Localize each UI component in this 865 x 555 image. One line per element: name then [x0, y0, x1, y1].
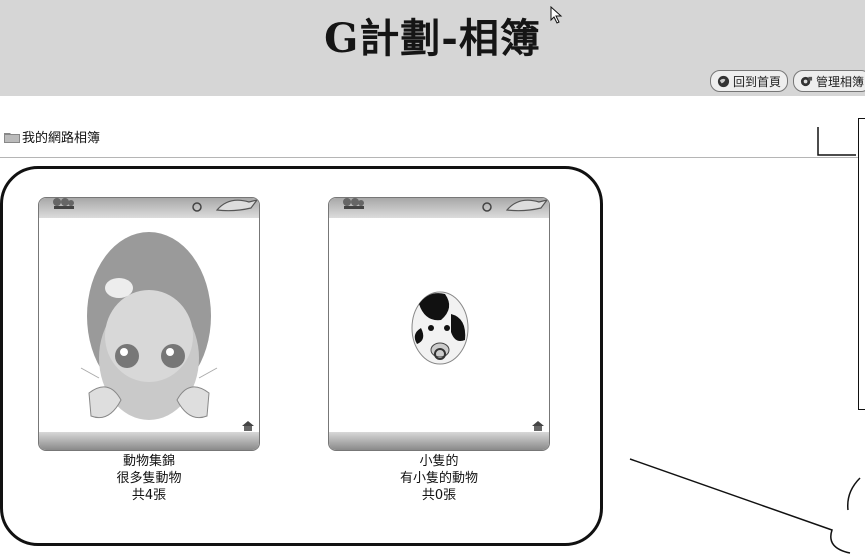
- page-title: G計劃-相簿: [324, 15, 541, 62]
- album-description: 很多隻動物: [116, 471, 182, 486]
- folder-icon: [4, 132, 20, 143]
- album-name[interactable]: 動物集錦: [38, 453, 260, 470]
- frame-bottom-bar: [39, 432, 259, 450]
- divider: [0, 157, 865, 158]
- hermit-crab-image: [80, 232, 218, 420]
- breadcrumb: 我的網路相簿: [4, 127, 100, 146]
- album-name[interactable]: 小隻的: [328, 453, 550, 470]
- flower-deco-icon: [53, 198, 74, 209]
- album-list: 動物集錦 很多隻動物 共4張 小隻的 有小隻的動物 共0張: [0, 166, 603, 546]
- album-frame[interactable]: [38, 197, 260, 451]
- home-button[interactable]: 回到首頁: [709, 70, 788, 92]
- bird-deco-icon: [192, 199, 259, 212]
- breadcrumb-label[interactable]: 我的網路相簿: [22, 127, 100, 146]
- bird-deco-icon: [482, 199, 549, 212]
- manage-album-button[interactable]: 管理相簿: [792, 70, 865, 92]
- callout-box: [858, 118, 865, 410]
- mouse-cursor-icon: [550, 6, 563, 24]
- home-globe-icon: [717, 75, 730, 87]
- album-card-animals[interactable]: 動物集錦 很多隻動物 共4張: [38, 197, 260, 504]
- album-frame[interactable]: [328, 197, 550, 451]
- manage-gear-icon: [800, 76, 813, 86]
- house-deco-icon: [242, 421, 254, 431]
- house-deco-icon: [532, 421, 544, 431]
- header-nav: 回到首頁 管理相簿: [709, 70, 865, 92]
- home-button-label: 回到首頁: [732, 74, 781, 89]
- cow-image: [411, 291, 469, 365]
- frame-bottom-bar: [329, 432, 549, 450]
- album-card-small[interactable]: 小隻的 有小隻的動物 共0張: [328, 197, 550, 504]
- flower-deco-icon: [343, 198, 364, 209]
- album-description: 有小隻的動物: [399, 471, 478, 486]
- manage-album-label: 管理相簿: [815, 74, 864, 89]
- album-photo-count: 共0張: [421, 488, 457, 503]
- page-header: G計劃-相簿 回到首頁 管理相簿: [0, 0, 865, 96]
- album-photo-count: 共4張: [131, 488, 167, 503]
